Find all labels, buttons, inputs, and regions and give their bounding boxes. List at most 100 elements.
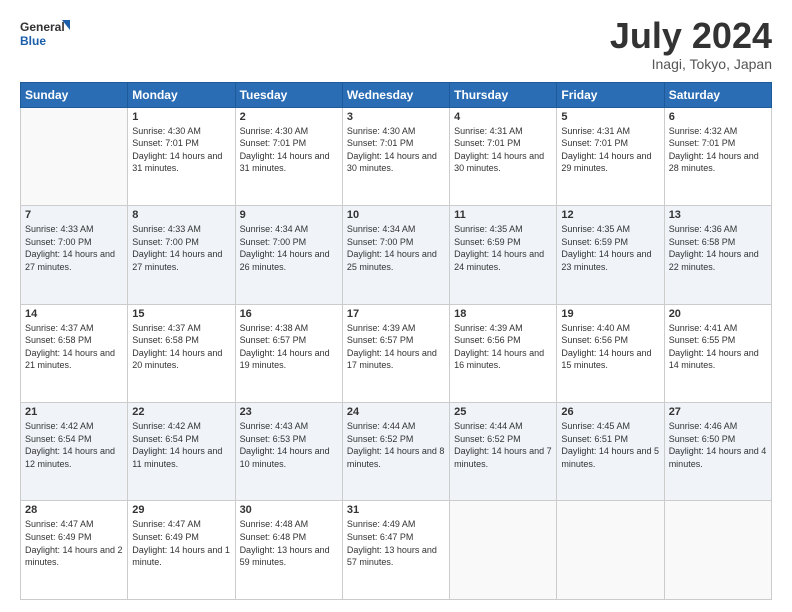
svg-text:General: General (20, 20, 65, 34)
header-wednesday: Wednesday (342, 82, 449, 107)
day-number: 17 (347, 308, 445, 320)
week-row-5: 28 Sunrise: 4:47 AMSunset: 6:49 PMDayligh… (21, 501, 772, 600)
calendar-cell-w2-d2: 16 Sunrise: 4:38 AMSunset: 6:57 PMDayligh… (235, 304, 342, 402)
calendar-cell-w1-d4: 11 Sunrise: 4:35 AMSunset: 6:59 PMDayligh… (450, 206, 557, 304)
day-number: 4 (454, 111, 552, 123)
calendar-cell-w2-d4: 18 Sunrise: 4:39 AMSunset: 6:56 PMDayligh… (450, 304, 557, 402)
day-info: Sunrise: 4:39 AMSunset: 6:57 PMDaylight:… (347, 322, 445, 372)
day-number: 15 (132, 308, 230, 320)
day-info: Sunrise: 4:33 AMSunset: 7:00 PMDaylight:… (132, 223, 230, 273)
week-row-4: 21 Sunrise: 4:42 AMSunset: 6:54 PMDayligh… (21, 403, 772, 501)
day-info: Sunrise: 4:31 AMSunset: 7:01 PMDaylight:… (561, 125, 659, 175)
day-info: Sunrise: 4:46 AMSunset: 6:50 PMDaylight:… (669, 420, 767, 470)
calendar-cell-w4-d3: 31Sunrise: 4:49 AMSunset: 6:47 PMDayligh… (342, 501, 449, 600)
calendar-cell-w1-d2: 9 Sunrise: 4:34 AMSunset: 7:00 PMDaylight… (235, 206, 342, 304)
day-info: Sunrise: 4:40 AMSunset: 6:56 PMDaylight:… (561, 322, 659, 372)
day-info: Sunrise: 4:35 AMSunset: 6:59 PMDaylight:… (454, 223, 552, 273)
day-number: 26 (561, 406, 659, 418)
calendar-header-row: SundayMondayTuesdayWednesdayThursdayFrid… (21, 82, 772, 107)
calendar-cell-w0-d6: 6Sunrise: 4:32 AMSunset: 7:01 PMDaylight… (664, 107, 771, 205)
calendar-cell-w0-d1: 1Sunrise: 4:30 AMSunset: 7:01 PMDaylight… (128, 107, 235, 205)
calendar-cell-w1-d0: 7 Sunrise: 4:33 AMSunset: 7:00 PMDaylight… (21, 206, 128, 304)
header-friday: Friday (557, 82, 664, 107)
day-number: 28 (25, 504, 123, 516)
logo-svg: General Blue (20, 16, 70, 54)
calendar-cell-w0-d2: 2Sunrise: 4:30 AMSunset: 7:01 PMDaylight… (235, 107, 342, 205)
day-number: 11 (454, 209, 552, 221)
day-info: Sunrise: 4:44 AMSunset: 6:52 PMDaylight:… (454, 420, 552, 470)
calendar-cell-w1-d6: 13Sunrise: 4:36 AMSunset: 6:58 PMDayligh… (664, 206, 771, 304)
calendar-cell-w2-d0: 14Sunrise: 4:37 AMSunset: 6:58 PMDayligh… (21, 304, 128, 402)
day-number: 29 (132, 504, 230, 516)
day-info: Sunrise: 4:43 AMSunset: 6:53 PMDaylight:… (240, 420, 338, 470)
day-number: 12 (561, 209, 659, 221)
day-info: Sunrise: 4:39 AMSunset: 6:56 PMDaylight:… (454, 322, 552, 372)
calendar-cell-w2-d5: 19 Sunrise: 4:40 AMSunset: 6:56 PMDayligh… (557, 304, 664, 402)
day-number: 19 (561, 308, 659, 320)
day-number: 9 (240, 209, 338, 221)
day-info: Sunrise: 4:31 AMSunset: 7:01 PMDaylight:… (454, 125, 552, 175)
week-row-1: 1Sunrise: 4:30 AMSunset: 7:01 PMDaylight… (21, 107, 772, 205)
day-number: 14 (25, 308, 123, 320)
calendar-cell-w2-d1: 15 Sunrise: 4:37 AMSunset: 6:58 PMDayligh… (128, 304, 235, 402)
calendar-cell-w1-d3: 10 Sunrise: 4:34 AMSunset: 7:00 PMDayligh… (342, 206, 449, 304)
calendar-table: SundayMondayTuesdayWednesdayThursdayFrid… (20, 82, 772, 600)
day-info: Sunrise: 4:48 AMSunset: 6:48 PMDaylight:… (240, 518, 338, 568)
day-info: Sunrise: 4:35 AMSunset: 6:59 PMDaylight:… (561, 223, 659, 273)
day-info: Sunrise: 4:45 AMSunset: 6:51 PMDaylight:… (561, 420, 659, 470)
calendar-cell-w4-d0: 28 Sunrise: 4:47 AMSunset: 6:49 PMDayligh… (21, 501, 128, 600)
calendar-cell-w1-d1: 8 Sunrise: 4:33 AMSunset: 7:00 PMDaylight… (128, 206, 235, 304)
day-info: Sunrise: 4:47 AMSunset: 6:49 PMDaylight:… (25, 518, 123, 568)
header-sunday: Sunday (21, 82, 128, 107)
day-number: 6 (669, 111, 767, 123)
day-number: 8 (132, 209, 230, 221)
day-info: Sunrise: 4:42 AMSunset: 6:54 PMDaylight:… (132, 420, 230, 470)
subtitle: Inagi, Tokyo, Japan (610, 56, 772, 72)
header-tuesday: Tuesday (235, 82, 342, 107)
header-saturday: Saturday (664, 82, 771, 107)
logo: General Blue (20, 16, 70, 54)
main-title: July 2024 (610, 16, 772, 56)
calendar-cell-w4-d4 (450, 501, 557, 600)
week-row-3: 14 Sunrise: 4:37 AMSunset: 6:58 PMDayligh… (21, 304, 772, 402)
calendar-cell-w0-d4: 4 Sunrise: 4:31 AMSunset: 7:01 PMDaylight… (450, 107, 557, 205)
day-number: 24 (347, 406, 445, 418)
calendar-cell-w4-d2: 30Sunrise: 4:48 AMSunset: 6:48 PMDayligh… (235, 501, 342, 600)
day-info: Sunrise: 4:44 AMSunset: 6:52 PMDaylight:… (347, 420, 445, 470)
calendar-cell-w3-d2: 23Sunrise: 4:43 AMSunset: 6:53 PMDayligh… (235, 403, 342, 501)
calendar-cell-w4-d1: 29 Sunrise: 4:47 AMSunset: 6:49 PMDayligh… (128, 501, 235, 600)
calendar-cell-w0-d5: 5 Sunrise: 4:31 AMSunset: 7:01 PMDaylight… (557, 107, 664, 205)
calendar-cell-w3-d1: 22 Sunrise: 4:42 AMSunset: 6:54 PMDayligh… (128, 403, 235, 501)
calendar-cell-w3-d0: 21 Sunrise: 4:42 AMSunset: 6:54 PMDayligh… (21, 403, 128, 501)
header-thursday: Thursday (450, 82, 557, 107)
day-info: Sunrise: 4:34 AMSunset: 7:00 PMDaylight:… (347, 223, 445, 273)
day-number: 7 (25, 209, 123, 221)
day-number: 25 (454, 406, 552, 418)
day-number: 21 (25, 406, 123, 418)
day-info: Sunrise: 4:41 AMSunset: 6:55 PMDaylight:… (669, 322, 767, 372)
calendar-cell-w0-d0 (21, 107, 128, 205)
day-info: Sunrise: 4:38 AMSunset: 6:57 PMDaylight:… (240, 322, 338, 372)
day-number: 16 (240, 308, 338, 320)
day-info: Sunrise: 4:37 AMSunset: 6:58 PMDaylight:… (132, 322, 230, 372)
svg-text:Blue: Blue (20, 34, 46, 48)
calendar-cell-w3-d4: 25 Sunrise: 4:44 AMSunset: 6:52 PMDayligh… (450, 403, 557, 501)
day-number: 10 (347, 209, 445, 221)
day-number: 27 (669, 406, 767, 418)
day-number: 5 (561, 111, 659, 123)
day-number: 20 (669, 308, 767, 320)
day-info: Sunrise: 4:33 AMSunset: 7:00 PMDaylight:… (25, 223, 123, 273)
day-number: 13 (669, 209, 767, 221)
day-info: Sunrise: 4:30 AMSunset: 7:01 PMDaylight:… (132, 125, 230, 175)
day-info: Sunrise: 4:42 AMSunset: 6:54 PMDaylight:… (25, 420, 123, 470)
day-info: Sunrise: 4:49 AMSunset: 6:47 PMDaylight:… (347, 518, 445, 568)
week-row-2: 7 Sunrise: 4:33 AMSunset: 7:00 PMDaylight… (21, 206, 772, 304)
day-number: 22 (132, 406, 230, 418)
day-number: 18 (454, 308, 552, 320)
calendar-cell-w3-d6: 27 Sunrise: 4:46 AMSunset: 6:50 PMDayligh… (664, 403, 771, 501)
calendar-cell-w2-d3: 17 Sunrise: 4:39 AMSunset: 6:57 PMDayligh… (342, 304, 449, 402)
calendar-cell-w4-d6 (664, 501, 771, 600)
day-info: Sunrise: 4:47 AMSunset: 6:49 PMDaylight:… (132, 518, 230, 568)
header: General Blue July 2024 Inagi, Tokyo, Jap… (20, 16, 772, 72)
day-info: Sunrise: 4:34 AMSunset: 7:00 PMDaylight:… (240, 223, 338, 273)
